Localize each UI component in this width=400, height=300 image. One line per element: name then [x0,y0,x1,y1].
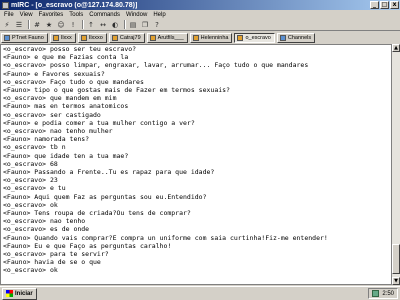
chat-message: <o_escravo> nao tenho [3,217,86,226]
window-switchbar: PTnet Fauno Ilxxx Ilxxxo Catraj79 Arutfils__… [0,32,400,43]
chat-message: <Fauno> mas en termos anatomicos [3,102,129,111]
chat-message: <Fauno> e Favores sexuais? [3,69,105,78]
color-icon[interactable]: ◐ [110,20,120,29]
tile-icon[interactable]: ▤ [128,20,138,29]
menu-tools[interactable]: Tools [69,12,83,18]
cascade-icon[interactable]: ❐ [140,20,150,29]
chat-message: <o_escravo> ok [3,266,58,275]
channels-icon[interactable]: # [32,20,42,29]
tab-arutfils[interactable]: Arutfils___ [146,32,188,43]
toolbar-separator [28,20,30,29]
menu-commands[interactable]: Commands [89,12,120,18]
windows-logo-icon [6,290,13,297]
menu-favorites[interactable]: Favorites [39,12,64,18]
chat-message: <Fauno> Tens roupa de criada?Ou tens de … [3,209,191,218]
chat-message: <o_escravo> para te servir? [3,250,109,259]
menu-window[interactable]: Window [126,12,147,18]
start-label: Iniciar [15,290,33,297]
chat-message: <Fauno> Aqui quem Faz as perguntas sou e… [3,192,207,201]
tab-ilxxx[interactable]: Ilxxx [49,32,76,43]
tab-label: Channels [287,34,312,41]
tab-o-escravo[interactable]: o_escravo [234,32,275,43]
taskbar: Iniciar 2:50 [0,286,400,300]
connect-icon[interactable]: ⚡ [2,20,12,29]
options-icon[interactable]: ☰ [14,20,24,29]
system-tray: 2:50 [368,288,398,299]
help-icon[interactable]: ? [152,20,162,29]
tab-ilxxxo[interactable]: Ilxxxo [77,32,107,43]
address-book-icon[interactable]: ☺ [56,20,66,29]
tab-label: Ilxxxo [88,34,103,41]
mirc-app-icon [2,1,9,9]
menu-view[interactable]: View [20,12,33,18]
chat-message: <o_escravo> e tu [3,184,66,193]
toolbar-separator [82,20,84,29]
chat-message: <o_escravo> Faço tudo o que mandares [3,77,144,86]
menu-bar: File View Favorites Tools Commands Windo… [0,10,400,19]
window-type-icon [192,34,199,41]
favorites-icon[interactable]: ★ [44,20,54,29]
chat-message: <o_escravo> tb n [3,143,66,152]
tab-catraj79[interactable]: Catraj79 [108,32,145,43]
window-type-icon [4,34,10,41]
title-bar: mIRC - [o_escravo (o@127.174.80.78)] _ □… [0,0,400,10]
tab-helenninha[interactable]: Helenninha [189,32,233,43]
chat-message: <Fauno> e que me Fazias conta la [3,53,129,62]
chat-message: <o_escravo> posso limpar, engraxar, lava… [3,61,309,70]
chat-message: <Fauno> Passando a Frente..Tu es rapaz p… [3,168,215,177]
clock: 2:50 [382,290,394,297]
window-type-icon [237,34,244,41]
tab-label: Helenninha [200,34,229,41]
close-button[interactable]: x [390,1,399,9]
chat-message: <Fauno> tipo o que gostas mais de Fazer … [3,86,230,95]
chat-message: <o_escravo> posso ser teu escravo? [3,45,137,53]
notify-icon[interactable]: ! [68,20,78,29]
chat-message: <o_escravo> es de onde [3,225,90,234]
toolbar: ⚡ ☰ # ★ ☺! ↑ ↔ ◐ ▤ ❐? [0,19,400,31]
window-title: mIRC - [o_escravo (o@127.174.80.78)] [11,1,138,9]
window-type-icon [52,34,59,41]
tab-channels[interactable]: Channels [276,32,316,43]
chat-message: <o_escravo> que mandem em mim [3,94,117,103]
window-type-icon [279,34,286,41]
menu-file[interactable]: File [4,12,14,18]
tab-label: o_escravo [245,34,271,41]
tab-label: Arutfils___ [157,34,184,41]
dcc-send-icon[interactable]: ↑ [86,20,96,29]
chat-message: <Fauno> havia de se o que [3,258,101,267]
window-type-icon [149,34,156,41]
start-button[interactable]: Iniciar [2,287,37,300]
chat-message: <o_escravo> 23 [3,176,58,185]
chat-message: <o_escravo> 68 [3,159,58,168]
tab-ptnet-fauno[interactable]: PTnet Fauno [1,32,48,43]
tab-label: PTnet Fauno [12,34,44,41]
toolbar-separator [124,20,126,29]
tab-label: Catraj79 [119,34,141,41]
menu-help[interactable]: Help [153,12,165,18]
maximize-button[interactable]: □ [380,1,389,9]
tab-label: Ilxxx [60,34,72,41]
scroll-up-button[interactable]: ▲ [392,44,400,52]
chat-message: <o_escravo> nao tenho mulher [3,127,113,136]
chat-message: <Fauno> que idade ten a tua mae? [3,151,129,160]
scroll-thumb[interactable] [392,244,400,274]
dcc-chat-icon[interactable]: ↔ [98,20,108,29]
scroll-down-button[interactable]: ▼ [392,277,400,285]
window-type-icon [111,34,118,41]
chat-scrollbar[interactable]: ▲ ▼ [392,44,400,285]
chat-message: <o_escravo> ser castigado [3,110,101,119]
chat-message: <Fauno> Quando vais comprar?E compra un … [3,233,328,242]
chat-message: <Fauno> Eu e que Faço as perguntas caral… [3,241,172,250]
chat-message: <o_escravo> ok [3,200,58,209]
chat-message: <Fauno> namorada tens? [3,135,90,144]
chat-message: <Fauno> e podia comer a tua mulher conti… [3,118,195,127]
minimize-button[interactable]: _ [370,1,379,9]
chat-window[interactable]: <o_escravo> posso ser teu escravo? <Fauno… [0,44,392,285]
window-type-icon [80,34,87,41]
tray-icon[interactable] [372,290,380,297]
